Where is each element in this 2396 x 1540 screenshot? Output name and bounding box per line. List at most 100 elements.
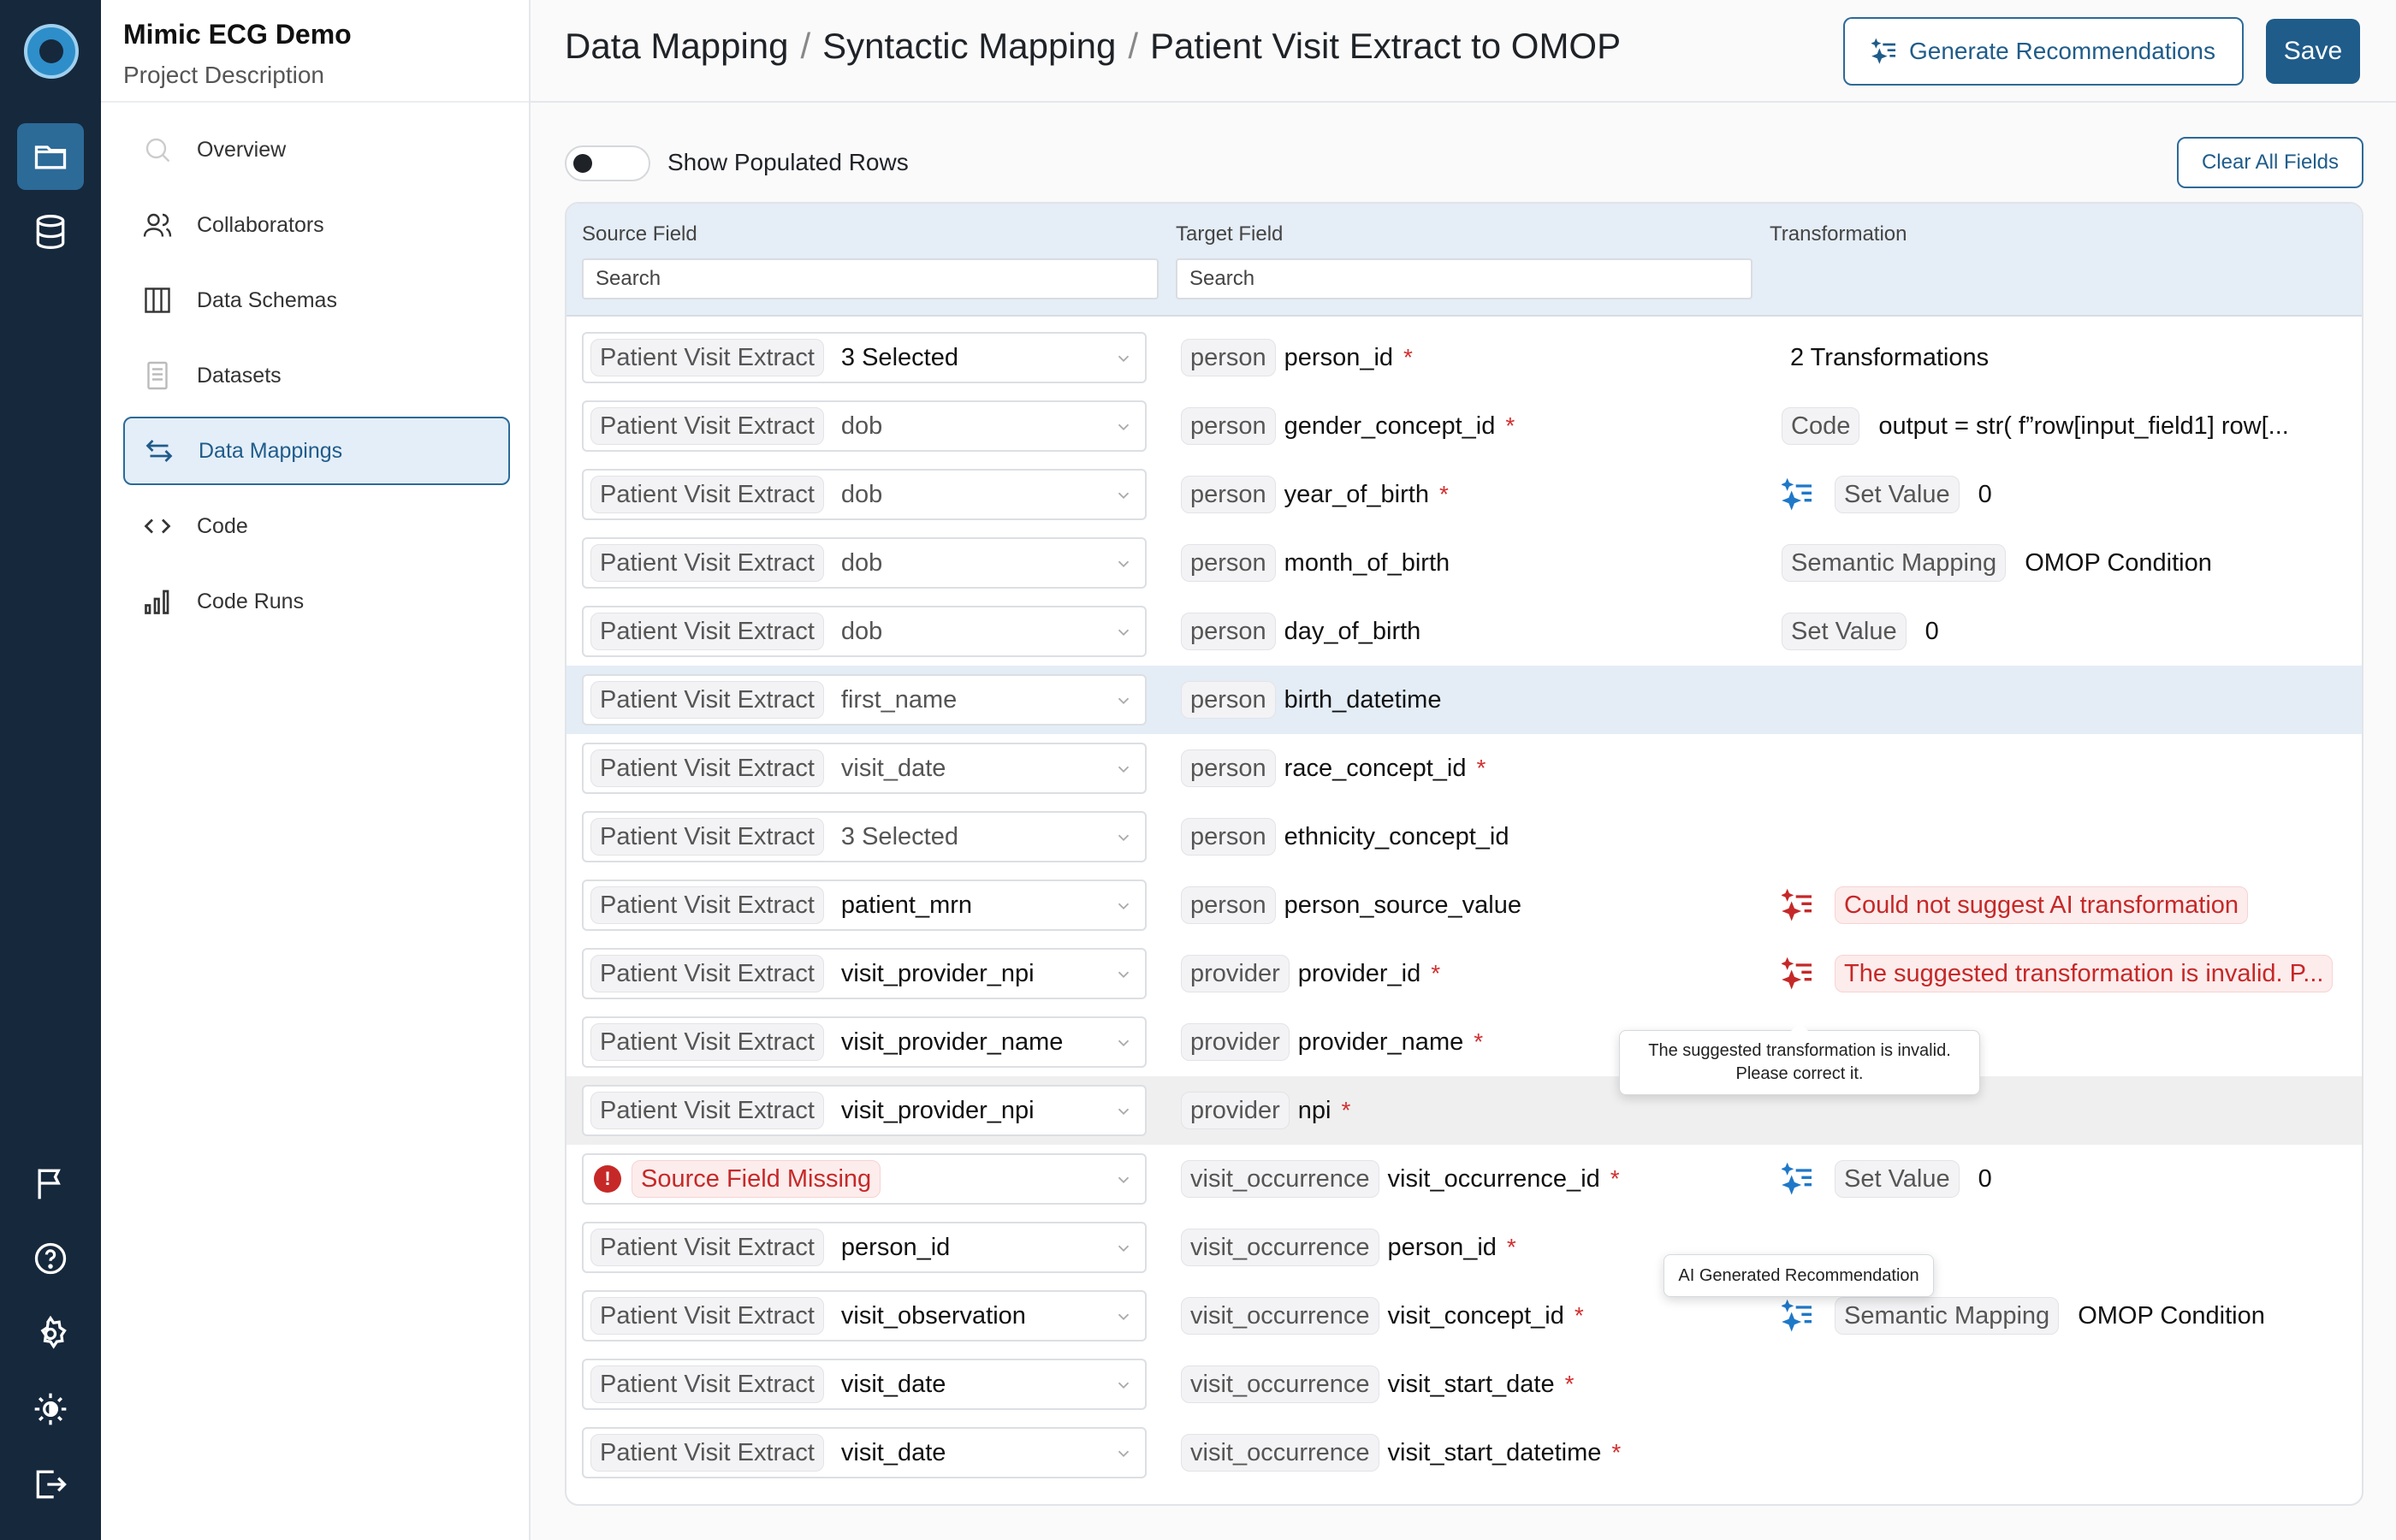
chevron-down-icon[interactable] <box>1114 828 1133 847</box>
source-field-select[interactable]: Patient Visit Extract visit_date <box>582 1427 1147 1478</box>
source-field-select[interactable]: Patient Visit Extract visit_provider_name <box>582 1016 1147 1068</box>
ai-recommendation-icon[interactable] <box>1782 477 1816 512</box>
chevron-down-icon[interactable] <box>1114 1307 1133 1326</box>
sidebar-item-code[interactable]: Code <box>123 492 510 560</box>
breadcrumb-item-current: Patient Visit Extract to OMOP <box>1150 26 1622 66</box>
chevron-down-icon[interactable] <box>1114 1034 1133 1052</box>
sidebar-item-label: Collaborators <box>197 212 324 237</box>
table-row[interactable]: Patient Visit Extract visit_provider_name… <box>566 1008 2362 1076</box>
app-logo-icon[interactable] <box>24 24 79 79</box>
target-table-chip: person <box>1181 681 1276 719</box>
sidebar-item-datasets[interactable]: Datasets <box>123 341 510 410</box>
sidebar-item-data-mappings[interactable]: Data Mappings <box>123 417 510 485</box>
table-row[interactable]: Patient Visit Extract 3 Selected person per… <box>566 323 2362 392</box>
transformation-error-badge: The suggested transformation is invalid.… <box>1835 955 2334 992</box>
transformation-cell[interactable]: The suggested transformation is invalid.… <box>1782 955 2334 992</box>
table-row[interactable]: Patient Visit Extract dob person gender_con… <box>566 392 2362 460</box>
transformation-cell[interactable]: Semantic Mapping OMOP Condition <box>1782 1297 2265 1335</box>
chevron-down-icon[interactable] <box>1114 1376 1133 1395</box>
projects-folder-icon[interactable] <box>17 123 84 190</box>
sidebar-item-collaborators[interactable]: Collaborators <box>123 191 510 259</box>
source-field-select[interactable]: Patient Visit Extract visit_observation <box>582 1290 1147 1342</box>
ai-recommendation-icon[interactable] <box>1782 1299 1816 1333</box>
ai-recommendation-icon[interactable] <box>1782 1162 1816 1196</box>
target-table-chip: person <box>1181 407 1276 445</box>
chevron-down-icon[interactable] <box>1114 897 1133 915</box>
transformation-cell[interactable]: Set Value 0 <box>1782 613 1939 650</box>
source-field-select[interactable]: ! Source Field Missing <box>582 1153 1147 1205</box>
source-field-select[interactable]: Patient Visit Extract person_id <box>582 1222 1147 1273</box>
clear-all-fields-button[interactable]: Clear All Fields <box>2177 137 2363 188</box>
source-field-select[interactable]: Patient Visit Extract dob <box>582 606 1147 657</box>
chevron-down-icon[interactable] <box>1114 965 1133 984</box>
table-row[interactable]: Patient Visit Extract person_id visit_occu… <box>566 1213 2362 1282</box>
chevron-down-icon[interactable] <box>1114 1239 1133 1258</box>
help-icon[interactable] <box>17 1225 84 1292</box>
table-row[interactable]: ! Source Field Missing visit_occurrence vis… <box>566 1145 2362 1213</box>
chevron-down-icon[interactable] <box>1114 1170 1133 1189</box>
chevron-down-icon[interactable] <box>1114 1102 1133 1121</box>
theme-toggle-icon[interactable] <box>17 1376 84 1442</box>
table-row[interactable]: Patient Visit Extract first_name person bir… <box>566 666 2362 734</box>
chevron-down-icon[interactable] <box>1114 1444 1133 1463</box>
chevron-down-icon[interactable] <box>1114 623 1133 642</box>
source-field-select[interactable]: Patient Visit Extract patient_mrn <box>582 880 1147 931</box>
flag-icon[interactable] <box>17 1150 84 1217</box>
source-field-select[interactable]: Patient Visit Extract dob <box>582 400 1147 452</box>
breadcrumb-item-data-mapping[interactable]: Data Mapping <box>565 26 789 67</box>
transformation-cell[interactable]: Semantic Mapping OMOP Condition <box>1782 544 2212 582</box>
chevron-down-icon[interactable] <box>1114 760 1133 779</box>
table-row[interactable]: Patient Visit Extract visit_provider_npi p… <box>566 1076 2362 1145</box>
source-missing-badge: Source Field Missing <box>632 1160 881 1198</box>
table-row[interactable]: Patient Visit Extract 3 Selected person eth… <box>566 803 2362 871</box>
table-row[interactable]: Patient Visit Extract visit_observation vi… <box>566 1282 2362 1350</box>
source-field-select[interactable]: Patient Visit Extract visit_provider_npi <box>582 948 1147 999</box>
ai-recommendation-icon[interactable] <box>1782 888 1816 922</box>
transformation-cell[interactable]: Set Value 0 <box>1782 476 1992 513</box>
database-icon[interactable] <box>17 198 84 265</box>
settings-gear-icon[interactable] <box>17 1300 84 1367</box>
sidebar-item-overview[interactable]: Overview <box>123 116 510 184</box>
source-field-select[interactable]: Patient Visit Extract visit_provider_npi <box>582 1085 1147 1136</box>
source-search-input[interactable] <box>582 258 1159 299</box>
sidebar-item-data-schemas[interactable]: Data Schemas <box>123 266 510 335</box>
table-row[interactable]: Patient Visit Extract visit_provider_npi p… <box>566 939 2362 1008</box>
show-populated-rows-toggle[interactable] <box>565 145 650 181</box>
source-field-select[interactable]: Patient Visit Extract 3 Selected <box>582 332 1147 383</box>
target-search-input[interactable] <box>1176 258 1753 299</box>
generate-recommendations-button[interactable]: Generate Recommendations <box>1843 17 2244 86</box>
chevron-down-icon[interactable] <box>1114 349 1133 368</box>
source-field-select[interactable]: Patient Visit Extract dob <box>582 469 1147 520</box>
table-row[interactable]: Patient Visit Extract visit_date visit_occ… <box>566 1419 2362 1487</box>
table-row[interactable]: Patient Visit Extract visit_date visit_occ… <box>566 1350 2362 1419</box>
chevron-down-icon[interactable] <box>1114 691 1133 710</box>
source-table-chip: Patient Visit Extract <box>590 476 824 513</box>
table-row[interactable]: Patient Visit Extract visit_date person rac… <box>566 734 2362 803</box>
source-field-select[interactable]: Patient Visit Extract dob <box>582 537 1147 589</box>
save-button[interactable]: Save <box>2266 19 2360 84</box>
source-field-select[interactable]: Patient Visit Extract visit_date <box>582 743 1147 794</box>
table-row[interactable]: Patient Visit Extract dob person day_of_bir… <box>566 597 2362 666</box>
target-table-chip: person <box>1181 613 1276 650</box>
required-marker: * <box>1611 1439 1622 1466</box>
source-field-value: visit_date <box>840 1438 946 1466</box>
source-field-value: visit_observation <box>840 1301 1026 1330</box>
chevron-down-icon[interactable] <box>1114 486 1133 505</box>
transformation-cell[interactable]: 2 Transformations <box>1782 339 1989 376</box>
chevron-down-icon[interactable] <box>1114 554 1133 573</box>
source-field-select[interactable]: Patient Visit Extract first_name <box>582 674 1147 726</box>
table-row[interactable]: Patient Visit Extract patient_mrn person pe… <box>566 871 2362 939</box>
source-field-select[interactable]: Patient Visit Extract visit_date <box>582 1359 1147 1410</box>
sidebar-item-code-runs[interactable]: Code Runs <box>123 567 510 636</box>
table-row[interactable]: Patient Visit Extract dob person year_of_bi… <box>566 460 2362 529</box>
target-table-chip: person <box>1181 749 1276 787</box>
transformation-cell[interactable]: Code output = str( f”row[input_field1] ro… <box>1782 407 2289 445</box>
chevron-down-icon[interactable] <box>1114 418 1133 436</box>
ai-recommendation-icon[interactable] <box>1782 957 1816 991</box>
transformation-cell[interactable]: Set Value 0 <box>1782 1160 1992 1198</box>
table-row[interactable]: Patient Visit Extract dob person month_of_b… <box>566 529 2362 597</box>
breadcrumb-item-syntactic-mapping[interactable]: Syntactic Mapping <box>822 26 1116 67</box>
transformation-cell[interactable]: Could not suggest AI transformation <box>1782 886 2249 924</box>
logout-icon[interactable] <box>17 1451 84 1518</box>
source-field-select[interactable]: Patient Visit Extract 3 Selected <box>582 811 1147 862</box>
